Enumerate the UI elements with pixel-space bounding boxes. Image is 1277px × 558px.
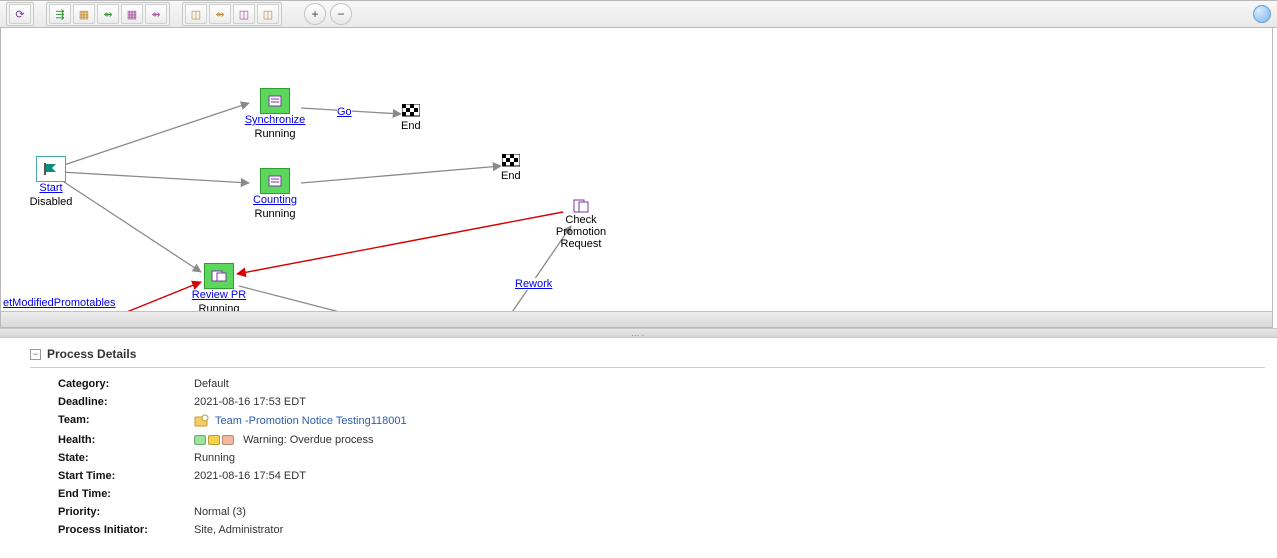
finish-flag-icon [402,104,420,120]
sync-icon [260,88,290,114]
priority-label: Priority: [58,506,188,518]
review-icon [204,263,234,289]
inspect-icon[interactable]: ◫ [233,4,255,24]
start-time-value: 2021-08-16 17:54 EDT [194,470,1265,482]
workflow-canvas[interactable]: Start Disabled Synchronize Running Count… [1,28,1272,327]
zoom-in-button[interactable]: + [304,3,326,25]
edge-rework-label[interactable]: Rework [515,278,552,290]
inspect2-icon[interactable]: ◫ [257,4,279,24]
layout-opt2-icon[interactable]: ▦ [121,4,143,24]
end-time-value [194,488,1265,500]
state-label: State: [58,452,188,464]
expand-icon[interactable]: ⇴ [209,4,231,24]
help-icon[interactable] [1253,5,1271,23]
node-end1-label[interactable]: End [401,120,421,132]
counting-icon [260,168,290,194]
node-end-1[interactable]: End [401,104,421,132]
node-synchronize-sub: Running [255,128,296,140]
collapse-icon[interactable]: ◫ [185,4,207,24]
start-time-label: Start Time: [58,470,188,482]
process-viewer-window: ⟳⇶▦⇴▦⇴◫⇴◫◫ + − [0,0,1277,558]
node-end2-label[interactable]: End [501,170,521,182]
node-start-label[interactable]: Start [39,182,62,196]
health-label: Health: [58,434,188,446]
team-link[interactable]: Team -Promotion Notice Testing118001 [215,415,407,427]
document-icon [572,198,590,214]
node-review-pr[interactable]: Review PR Running [179,263,259,315]
toolbar: ⟳⇶▦⇴▦⇴◫⇴◫◫ + − [0,0,1277,28]
category-label: Category: [58,378,188,390]
node-synchronize[interactable]: Synchronize Running [235,88,315,140]
node-start-sub: Disabled [30,196,73,208]
workflow-canvas-frame: Start Disabled Synchronize Running Count… [0,28,1273,328]
priority-value: Normal (3) [194,506,1265,518]
health-indicator [194,435,234,445]
tree-layout-icon[interactable]: ⇶ [49,4,71,24]
node-start[interactable]: Start Disabled [21,156,81,208]
initiator-label: Process Initiator: [58,524,188,536]
node-check-label2[interactable]: Promotion [556,226,606,238]
team-label: Team: [58,414,188,428]
node-check-label3[interactable]: Request [561,238,602,250]
category-value: Default [194,378,1265,390]
edge-go-label[interactable]: Go [337,106,352,118]
refresh-icon[interactable]: ⟳ [9,4,31,24]
grid-layout-icon[interactable]: ▦ [73,4,95,24]
toolbar-group-1: ⇶▦⇴▦⇴ [46,2,170,26]
team-value: Team -Promotion Notice Testing118001 [194,414,1265,428]
flag-icon [36,156,66,182]
toolbar-group-0: ⟳ [6,2,34,26]
layout-opt3-icon[interactable]: ⇴ [145,4,167,24]
process-details-panel: − Process Details Category: Default Dead… [0,338,1277,558]
deadline-value: 2021-08-16 17:53 EDT [194,396,1265,408]
collapse-toggle[interactable]: − [30,349,41,360]
health-green-icon [194,435,206,445]
team-icon [194,414,210,428]
node-check-label1[interactable]: Check [565,214,596,226]
node-end-2[interactable]: End [501,154,521,182]
health-text: Warning: Overdue process [243,434,373,446]
initiator-value: Site, Administrator [194,524,1265,536]
vertical-splitter[interactable]: …. [0,328,1277,338]
modified-promotables-link[interactable]: etModifiedPromotables [3,297,116,309]
node-check-promotion[interactable]: Check Promotion Request [546,198,616,250]
node-counting-label[interactable]: Counting [253,194,297,208]
deadline-label: Deadline: [58,396,188,408]
toolbar-group-2: ◫⇴◫◫ [182,2,282,26]
node-review-label[interactable]: Review PR [192,289,246,303]
panel-title: Process Details [47,347,136,361]
node-counting-sub: Running [255,208,296,220]
health-yellow-icon [208,435,220,445]
health-red-icon [222,435,234,445]
canvas-horizontal-scrollbar[interactable] [1,311,1272,327]
layout-opt1-icon[interactable]: ⇴ [97,4,119,24]
health-value: Warning: Overdue process [194,434,1265,446]
node-counting[interactable]: Counting Running [235,168,315,220]
node-synchronize-label[interactable]: Synchronize [245,114,306,128]
end-time-label: End Time: [58,488,188,500]
state-value: Running [194,452,1265,464]
zoom-out-button[interactable]: − [330,3,352,25]
finish-flag-icon [502,154,520,170]
